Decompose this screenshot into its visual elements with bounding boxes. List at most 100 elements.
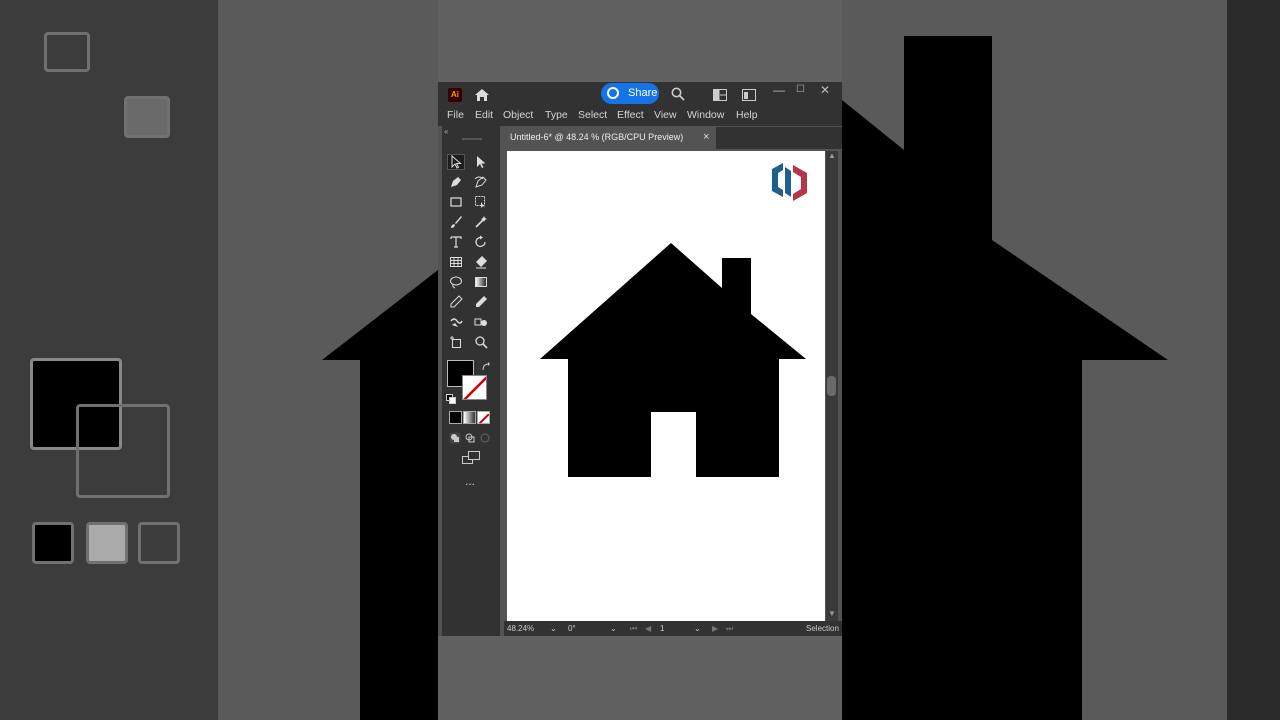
bg-grid-icon (44, 32, 90, 72)
menu-edit[interactable]: Edit (475, 109, 493, 121)
menu-window[interactable]: Window (687, 109, 724, 121)
none-mode-button[interactable] (477, 411, 490, 424)
none-icon (478, 413, 489, 423)
default-colors-icon[interactable] (446, 391, 456, 404)
menu-effect[interactable]: Effect (617, 109, 644, 121)
zoom-tool[interactable] (472, 334, 490, 350)
more-tools-button[interactable]: ... (465, 474, 475, 488)
lasso-tool[interactable] (447, 274, 465, 290)
eraser-icon (476, 256, 487, 269)
search-icon[interactable] (671, 87, 685, 101)
minimize-button[interactable]: — (773, 83, 785, 97)
eraser-tool[interactable] (472, 254, 490, 270)
paintbrush-icon (451, 216, 462, 228)
pen-tool[interactable] (447, 174, 465, 190)
artboard-number[interactable]: 1 (660, 624, 664, 633)
share-button[interactable]: Share (601, 83, 659, 104)
bg-house-right (842, 36, 1168, 720)
status-bar: 48.24% ⌄ 0° ⌄ ⏮ ◀ 1 ⌄ ▶ ⏭ Selection (504, 621, 842, 636)
window-top-margin (438, 0, 842, 82)
stroke-swatch[interactable] (462, 375, 487, 400)
menu-object[interactable]: Object (503, 109, 533, 121)
direct-selection-tool[interactable] (472, 154, 490, 170)
user-icon (607, 87, 619, 99)
menu-bar: File Edit Object Type Select Effect View… (438, 106, 842, 126)
zoom-dropdown-icon[interactable]: ⌄ (550, 624, 557, 633)
symbol-sprayer-icon (474, 318, 487, 326)
bg-gradient-swatch (86, 522, 128, 564)
magic-wand-tool[interactable] (472, 214, 490, 230)
next-artboard-icon[interactable]: ▶ (712, 624, 718, 633)
draw-behind-icon[interactable] (464, 431, 476, 443)
pen-icon (451, 177, 461, 187)
rectangle-tool[interactable] (447, 194, 465, 210)
collapse-panel-icon[interactable]: « (444, 127, 448, 136)
menu-view[interactable]: View (654, 109, 677, 121)
bg-none-swatch (138, 522, 180, 564)
gradient-mode-button[interactable] (463, 411, 476, 424)
paintbrush-tool[interactable] (447, 214, 465, 230)
menu-select[interactable]: Select (578, 109, 607, 121)
artboard-icon (450, 336, 461, 348)
close-tab-button[interactable]: × (703, 131, 709, 143)
draw-normal-icon[interactable] (449, 431, 461, 444)
dropper-filled-icon (476, 296, 487, 307)
lasso-icon (450, 276, 462, 289)
type-tool[interactable] (447, 234, 465, 250)
menu-help[interactable]: Help (736, 109, 758, 121)
color-mode-button[interactable] (449, 411, 462, 424)
grid-tool[interactable] (447, 254, 465, 270)
previous-artboard-icon[interactable]: ◀ (645, 624, 651, 633)
vertical-scrollbar[interactable]: ▲ ▼ (826, 151, 838, 621)
symbol-sprayer-tool[interactable] (472, 314, 490, 330)
none-slash-icon (463, 376, 486, 399)
rotation-dropdown-icon[interactable]: ⌄ (610, 624, 617, 633)
house-shape (540, 243, 806, 477)
first-artboard-icon[interactable]: ⏮ (630, 624, 637, 634)
panel-grip[interactable] (462, 138, 482, 140)
blend-icon (450, 318, 463, 327)
zoom-icon (475, 336, 488, 349)
last-artboard-icon[interactable]: ⏭ (726, 624, 733, 634)
gradient-tool[interactable] (472, 274, 490, 290)
workspace-switcher-icon[interactable] (742, 88, 756, 101)
artboard-tool[interactable] (447, 334, 465, 350)
scroll-thumb[interactable] (827, 376, 836, 396)
menu-file[interactable]: File (447, 109, 464, 121)
scroll-down-icon[interactable]: ▼ (828, 609, 836, 618)
eyedropper-tool[interactable] (447, 294, 465, 310)
selection-arrow-icon (451, 155, 462, 169)
tools-panel: « ... (442, 126, 500, 636)
close-window-button[interactable]: ✕ (820, 83, 830, 97)
illustrator-logo: Ai (448, 88, 462, 102)
eyedropper-icon (450, 295, 463, 308)
brand-logo-icon (769, 159, 811, 205)
rectangle-icon (450, 197, 462, 207)
illustrator-window: Ai Share — ☐ ✕ File Edit Object Type Sel… (438, 0, 842, 720)
blend-tool[interactable] (447, 314, 465, 330)
measure-tool[interactable] (472, 294, 490, 310)
curvature-tool[interactable] (472, 174, 490, 190)
rotation-value[interactable]: 0° (568, 624, 576, 633)
artboard-dropdown-icon[interactable]: ⌄ (694, 624, 701, 633)
scroll-up-icon[interactable]: ▲ (828, 151, 836, 160)
change-screen-mode-icon[interactable] (462, 451, 480, 465)
menu-type[interactable]: Type (545, 109, 568, 121)
home-icon[interactable] (474, 87, 490, 103)
document-tab[interactable]: Untitled-6* @ 48.24 % (RGB/CPU Preview) … (504, 127, 716, 149)
artboard-select-tool[interactable] (472, 194, 490, 210)
window-bottom-margin (438, 636, 842, 720)
draw-inside-icon[interactable] (479, 431, 491, 443)
background-right (842, 0, 1280, 720)
background-left (0, 0, 438, 720)
zoom-level[interactable]: 48.24% (507, 624, 534, 633)
swap-fill-stroke-icon[interactable] (481, 359, 491, 371)
artboard[interactable] (507, 151, 825, 621)
house-artwork[interactable] (507, 151, 825, 621)
magic-wand-icon (475, 216, 487, 228)
selection-tool[interactable] (447, 154, 465, 170)
restore-button[interactable]: ☐ (796, 84, 805, 95)
document-tab-title: Untitled-6* @ 48.24 % (RGB/CPU Preview) (510, 132, 684, 142)
rotate-tool[interactable] (472, 234, 490, 250)
arrange-documents-icon[interactable] (713, 88, 727, 101)
